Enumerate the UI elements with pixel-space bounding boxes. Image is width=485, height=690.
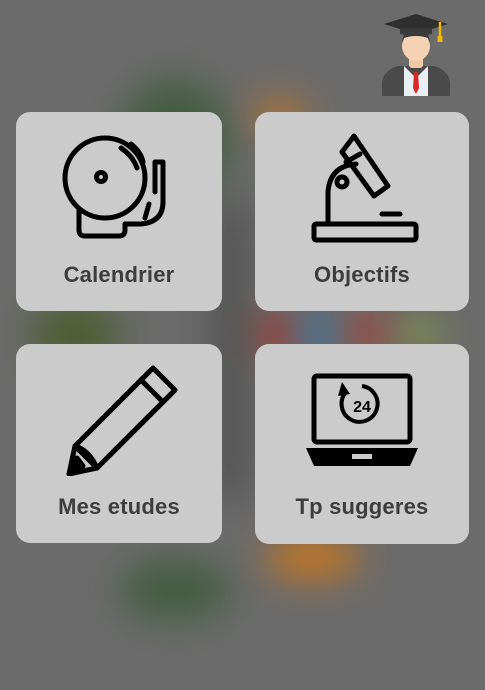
profile-avatar-button[interactable] bbox=[378, 8, 454, 98]
laptop-badge-text: 24 bbox=[353, 399, 371, 416]
menu-tile-objectifs[interactable]: Objectifs bbox=[255, 112, 469, 311]
graduate-avatar-icon bbox=[382, 14, 450, 96]
laptop-24-icon: 24 bbox=[306, 373, 418, 466]
menu-tile-label: Mes etudes bbox=[58, 494, 180, 519]
pencil-icon bbox=[66, 365, 178, 476]
menu-tile-mes-etudes[interactable]: Mes etudes bbox=[16, 344, 222, 543]
menu-tile-label: Calendrier bbox=[63, 262, 175, 287]
menu-tile-label: Objectifs bbox=[314, 262, 410, 287]
menu-tile-calendrier[interactable]: Calendrier bbox=[16, 112, 222, 311]
menu-tile-label: Tp suggeres bbox=[295, 494, 429, 519]
background-blob bbox=[120, 560, 230, 620]
microscope-icon bbox=[311, 133, 419, 243]
menu-tile-tp-suggeres[interactable]: 24 Tp suggeres bbox=[255, 344, 469, 544]
bell-icon bbox=[62, 135, 166, 239]
